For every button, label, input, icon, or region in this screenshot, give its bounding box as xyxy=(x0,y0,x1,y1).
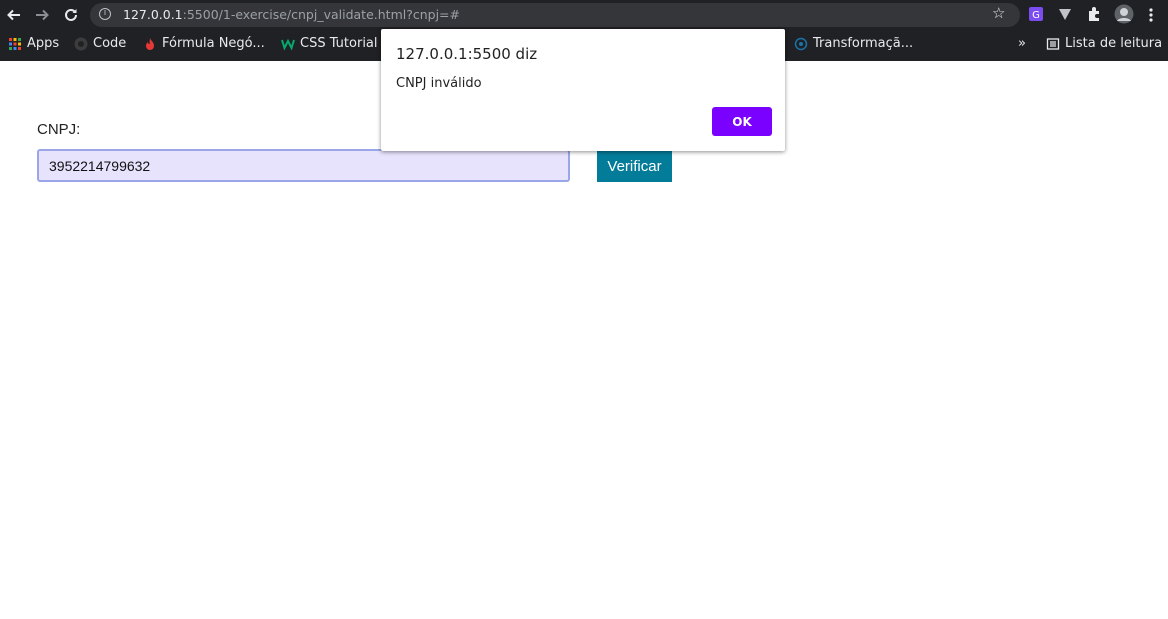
bookmark-label: Transformaçã... xyxy=(813,36,914,51)
bookmark-code[interactable]: Code xyxy=(74,36,126,51)
flame-icon xyxy=(146,37,154,50)
bookmark-label: Apps xyxy=(27,36,60,51)
dialog-title: 127.0.0.1:5500 diz xyxy=(396,45,538,63)
url-text: 127.0.0.1:5500/1-exercise/cnpj_validate.… xyxy=(123,7,460,22)
profile-avatar-icon[interactable] xyxy=(1114,4,1134,24)
bookmark-apps[interactable]: Apps xyxy=(8,36,59,51)
apps-grid-icon xyxy=(9,37,21,50)
url-path: :5500/1-exercise/cnpj_validate.html?cnpj… xyxy=(182,7,461,22)
bookmark-star-icon[interactable]: ☆ xyxy=(992,4,1005,22)
reading-list-label: Lista de leitura xyxy=(1065,36,1163,51)
bookmark-label: Code xyxy=(93,36,127,51)
reload-icon[interactable] xyxy=(60,4,82,26)
extension-v-icon[interactable] xyxy=(1057,6,1073,22)
github-icon xyxy=(74,37,88,50)
bookmark-label: Fórmula Negó... xyxy=(162,36,265,51)
bookmark-css-tutorial[interactable]: CSS Tutorial xyxy=(281,36,378,51)
dialog-ok-button[interactable]: OK xyxy=(712,107,772,136)
globe-icon xyxy=(794,37,808,50)
verify-button[interactable]: Verificar xyxy=(597,150,672,182)
dialog-message: CNPJ inválido xyxy=(396,76,482,91)
more-bookmarks-button[interactable]: » xyxy=(1018,36,1026,51)
address-bar[interactable]: i 127.0.0.1:5500/1-exercise/cnpj_validat… xyxy=(90,3,1020,27)
extension-g-icon[interactable]: G xyxy=(1028,6,1044,22)
reading-list-icon xyxy=(1046,37,1060,50)
browser-toolbar: i 127.0.0.1:5500/1-exercise/cnpj_validat… xyxy=(0,0,1168,30)
back-arrow-icon[interactable] xyxy=(3,4,25,26)
cnpj-label: CNPJ: xyxy=(37,121,81,138)
site-info-icon[interactable]: i xyxy=(99,8,111,20)
cnpj-input[interactable] xyxy=(37,149,570,182)
bookmark-transformacao[interactable]: Transformaçã... xyxy=(794,36,913,51)
bookmark-formula-negocio[interactable]: Fórmula Negó... xyxy=(143,36,265,51)
w3schools-icon xyxy=(281,38,295,51)
forward-arrow-icon[interactable] xyxy=(31,4,53,26)
svg-text:G: G xyxy=(1032,10,1040,21)
bookmark-label: CSS Tutorial xyxy=(300,36,378,51)
url-host: 127.0.0.1 xyxy=(123,7,183,22)
reading-list-button[interactable]: Lista de leitura xyxy=(1046,36,1162,51)
extensions-puzzle-icon[interactable] xyxy=(1086,6,1102,22)
alert-dialog: 127.0.0.1:5500 diz CNPJ inválido OK xyxy=(381,29,785,151)
browser-menu-icon[interactable] xyxy=(1140,4,1162,26)
more-bookmarks-label: » xyxy=(1018,36,1026,51)
